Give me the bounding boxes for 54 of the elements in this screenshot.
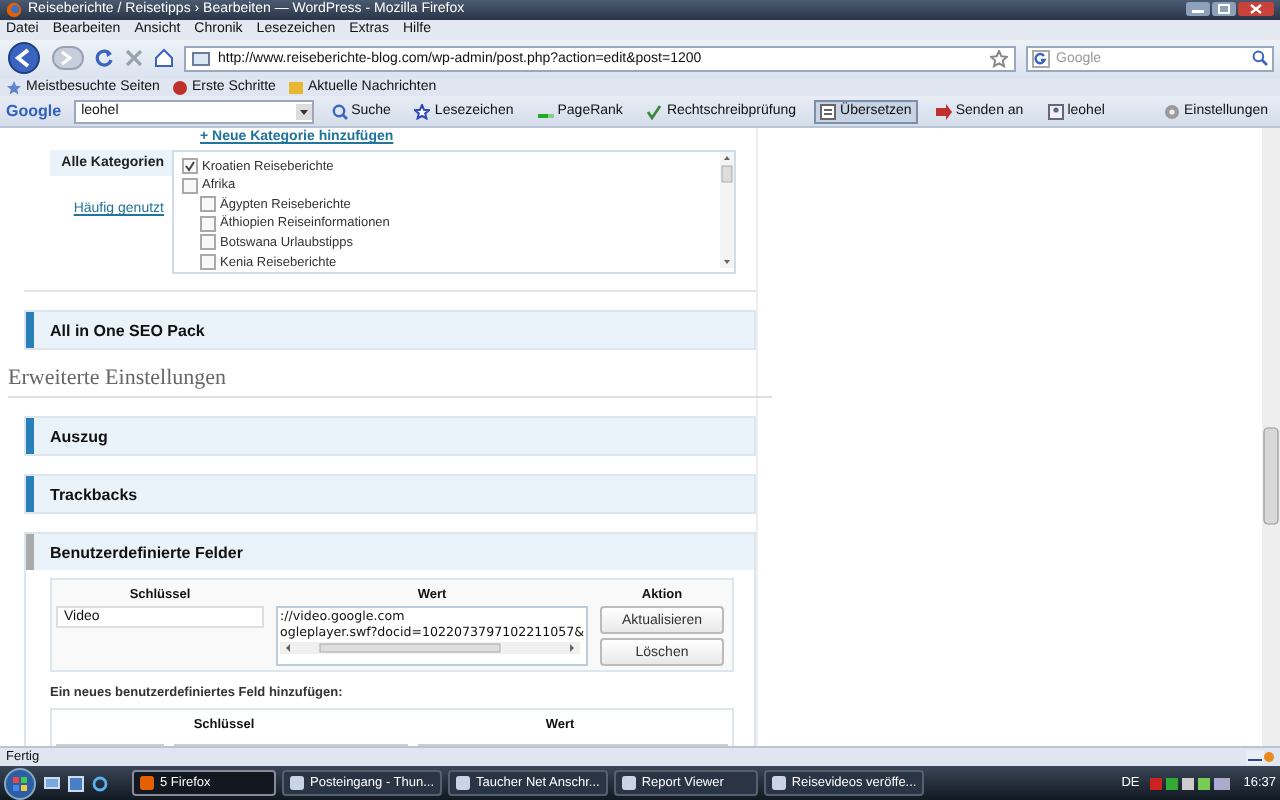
checkbox[interactable] xyxy=(182,158,198,175)
app-icon xyxy=(621,776,636,791)
user-icon xyxy=(1047,103,1064,120)
toggle-handle[interactable] xyxy=(26,534,34,571)
checkbox[interactable] xyxy=(200,234,216,251)
star-icon[interactable] xyxy=(990,49,1008,68)
app-icon xyxy=(140,776,154,791)
maximize-button[interactable] xyxy=(1212,2,1236,17)
firefox-icon xyxy=(6,1,22,18)
start-button[interactable] xyxy=(4,767,36,800)
panel-header[interactable]: Trackbacks xyxy=(26,476,754,513)
checkbox[interactable] xyxy=(200,196,216,213)
app-icon xyxy=(456,776,471,791)
app-icon xyxy=(771,776,786,791)
desktop-icon[interactable] xyxy=(44,775,60,792)
panel-title: Benutzerdefinierte Felder xyxy=(50,543,243,562)
send-icon xyxy=(935,103,952,120)
panel-header[interactable]: Benutzerdefinierte Felder xyxy=(26,534,754,571)
reload-icon[interactable] xyxy=(94,48,114,69)
panel-header[interactable]: All in One SEO Pack xyxy=(26,312,754,349)
site-icon xyxy=(192,51,210,66)
close-button[interactable] xyxy=(1238,2,1274,17)
home-icon[interactable] xyxy=(154,48,174,69)
checkbox[interactable] xyxy=(200,254,216,271)
dropdown-icon[interactable] xyxy=(295,103,312,120)
star-icon xyxy=(6,79,22,95)
app-icon xyxy=(290,776,304,791)
minimize-button[interactable] xyxy=(1186,2,1210,17)
panel-title: Trackbacks xyxy=(50,485,138,504)
panel-header[interactable]: Auszug xyxy=(26,418,754,455)
flag-icon xyxy=(171,79,188,95)
google-logo: Google xyxy=(6,102,62,121)
panel-title: All in One SEO Pack xyxy=(50,321,205,340)
window-icon[interactable] xyxy=(68,775,84,792)
checkbox[interactable] xyxy=(182,177,198,194)
forward-button[interactable] xyxy=(52,46,84,71)
star-icon xyxy=(414,103,431,120)
toggle-handle[interactable] xyxy=(26,312,34,349)
search-icon[interactable] xyxy=(1252,50,1268,67)
tray-icons-drawing xyxy=(1149,775,1234,792)
search-icon xyxy=(331,103,348,120)
toggle-handle[interactable] xyxy=(26,476,34,513)
browser-icon[interactable] xyxy=(92,775,108,792)
check-icon xyxy=(184,160,196,173)
folder-icon xyxy=(287,79,304,95)
google-icon xyxy=(1032,49,1050,68)
translate-icon xyxy=(820,103,837,120)
checkbox[interactable] xyxy=(200,215,216,232)
check-icon xyxy=(646,103,663,120)
toggle-handle[interactable] xyxy=(26,418,34,455)
panel-title: Auszug xyxy=(50,427,108,446)
section-heading: Erweiterte Einstellungen xyxy=(8,366,772,399)
settings-icon xyxy=(1163,103,1180,120)
back-button[interactable] xyxy=(6,42,42,75)
